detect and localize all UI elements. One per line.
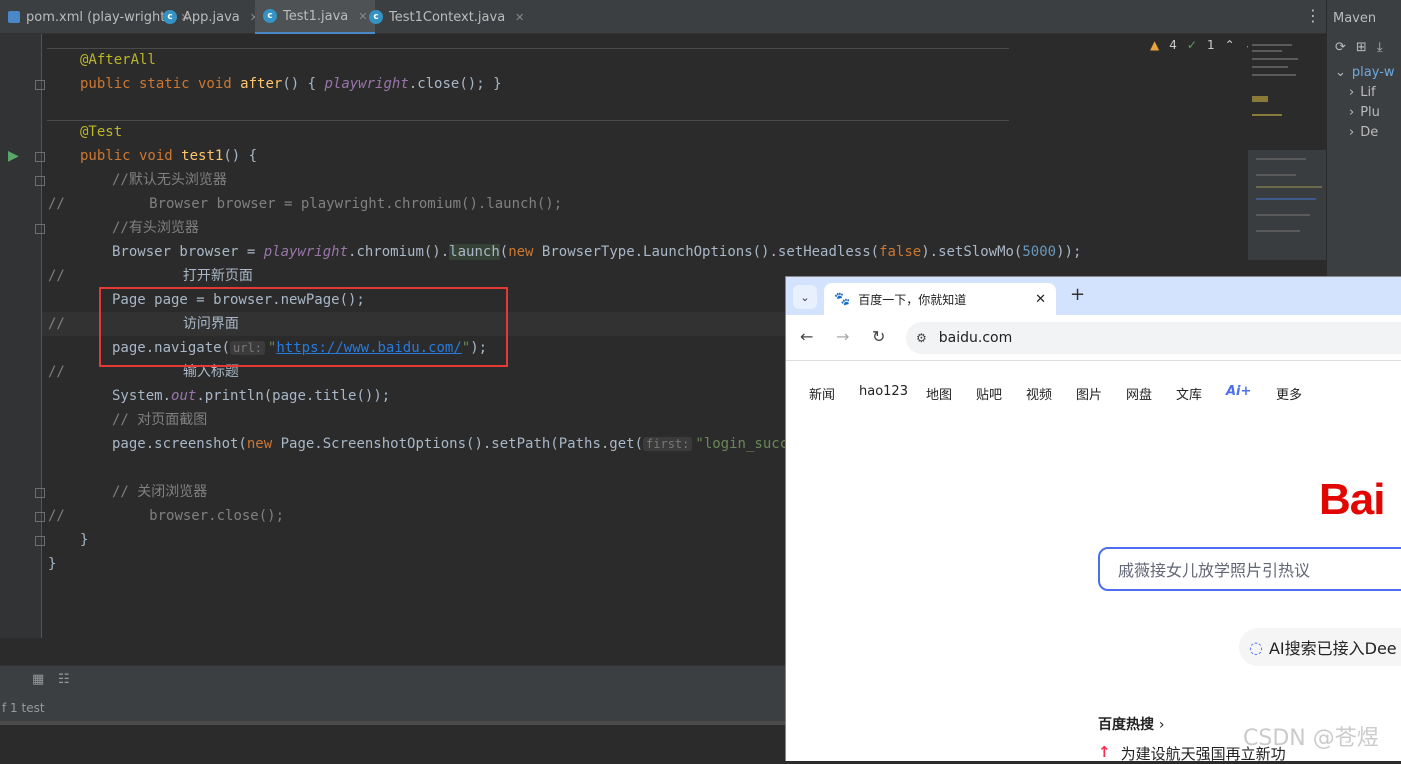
browser-toolbar: ← → ↻ ⚙ baidu.com	[786, 315, 1401, 361]
layout-icon[interactable]: ☷	[58, 672, 70, 687]
tab-test1-java[interactable]: c Test1.java ✕	[255, 0, 376, 34]
method-separator	[47, 48, 1009, 49]
code-line-8: Browser browser = playwright.chromium().…	[112, 244, 1082, 260]
fold-marker-icon[interactable]	[35, 80, 45, 90]
nav-link-tieba[interactable]: 贴吧	[976, 384, 1026, 403]
close-icon[interactable]: ✕	[515, 11, 524, 24]
refresh-icon[interactable]: ⟳	[1335, 40, 1346, 55]
nav-link-video[interactable]: 视频	[1026, 384, 1076, 403]
table-icon[interactable]: ▦	[32, 672, 44, 687]
code-line-19: }	[80, 532, 89, 548]
watermark: CSDN @苍煜	[1243, 726, 1379, 751]
address-bar[interactable]: ⚙ baidu.com	[906, 322, 1401, 354]
editor-tab-bar: pom.xml (play-wright)✕ c App.java✕ c Tes…	[0, 0, 1326, 34]
warning-icon: ▲	[1150, 38, 1160, 52]
close-tab-icon[interactable]: ✕	[1035, 292, 1046, 307]
tab-search-icon[interactable]: ⌄	[793, 285, 817, 309]
maven-item-project[interactable]: ⌄ play-w	[1335, 62, 1395, 82]
nav-link-news[interactable]: 新闻	[809, 384, 859, 403]
chevron-down-icon: ⌄	[1335, 64, 1346, 80]
java-class-icon: c	[163, 10, 177, 24]
java-class-icon: c	[263, 9, 277, 23]
back-icon[interactable]: ←	[800, 327, 813, 346]
browser-tab-bar: ⌄ 🐾 百度一下，你就知道 ✕ +	[786, 277, 1401, 315]
fold-marker-icon[interactable]	[35, 488, 45, 498]
maven-item-plugins[interactable]: › Plu	[1349, 102, 1380, 122]
chevron-up-icon[interactable]: ⌃	[1225, 38, 1235, 52]
method-separator	[47, 120, 1009, 121]
more-options-icon[interactable]: ⋮	[1305, 8, 1321, 24]
code-line-16: page.screenshot(new Page.ScreenshotOptio…	[112, 436, 831, 452]
nav-link-wenku[interactable]: 文库	[1176, 384, 1226, 403]
code-line-15: // 对页面截图	[112, 412, 208, 428]
maven-item-lifecycle[interactable]: › Lif	[1349, 82, 1376, 102]
hot-search-title[interactable]: 百度热搜 ›	[1098, 714, 1164, 734]
code-line-1: @AfterAll	[80, 52, 156, 68]
nav-link-more[interactable]: 更多	[1276, 384, 1316, 403]
chevron-right-icon: ›	[1349, 124, 1355, 140]
fold-marker-icon[interactable]	[35, 176, 45, 186]
test-status-row: f 1 test	[0, 695, 786, 721]
java-class-icon: c	[369, 10, 383, 24]
add-icon[interactable]: ⊞	[1356, 40, 1367, 55]
tab-test1context-java[interactable]: c Test1Context.java ✕	[361, 0, 532, 34]
run-tool-bar: ▦ ☷	[0, 665, 786, 695]
new-tab-icon[interactable]: +	[1070, 284, 1085, 305]
code-line-20: }	[48, 556, 57, 572]
nav-link-pan[interactable]: 网盘	[1126, 384, 1176, 403]
browser-tab-baidu[interactable]: 🐾 百度一下，你就知道 ✕	[824, 283, 1056, 315]
code-line-2: public static void after() { playwright.…	[80, 76, 502, 92]
fold-marker-icon[interactable]	[35, 224, 45, 234]
maven-toolbar: ⟳ ⊞ ⤓	[1335, 40, 1383, 55]
code-line-3: @Test	[80, 124, 123, 140]
line-gutter: ▶	[0, 34, 42, 638]
code-line-9: // 打开新页面	[48, 268, 253, 284]
site-info-icon[interactable]: ⚙	[916, 331, 927, 345]
tab-app-java[interactable]: c App.java✕	[155, 0, 267, 34]
check-icon: ✓	[1186, 38, 1197, 52]
console-area	[0, 721, 786, 761]
fold-marker-icon[interactable]	[35, 512, 45, 522]
baidu-search-input[interactable]: 戚薇接女儿放学照片引热议	[1098, 547, 1401, 591]
baidu-nav: 新闻 hao123 地图 贴吧 视频 图片 网盘 文库 Ai+ 更多	[809, 384, 1316, 403]
maven-title: Maven	[1333, 11, 1377, 26]
maven-item-dependencies[interactable]: › De	[1349, 122, 1378, 142]
code-line-14: System.out.println(page.title());	[112, 388, 391, 404]
baidu-logo: Bai	[1319, 475, 1385, 524]
code-line-6: // Browser browser = playwright.chromium…	[48, 196, 563, 212]
code-line-18: // browser.close();	[48, 508, 285, 524]
download-icon[interactable]: ⤓	[1377, 40, 1383, 55]
fold-marker-icon[interactable]	[35, 536, 45, 546]
fold-marker-icon[interactable]	[35, 152, 45, 162]
reload-icon[interactable]: ↻	[872, 327, 885, 346]
code-line-17: // 关闭浏览器	[112, 484, 208, 500]
code-line-7: //有头浏览器	[112, 220, 199, 236]
chevron-right-icon: ›	[1158, 717, 1165, 733]
code-line-4: public void test1() {	[80, 148, 258, 164]
forward-icon[interactable]: →	[836, 327, 849, 346]
nav-link-image[interactable]: 图片	[1076, 384, 1126, 403]
maven-icon	[8, 11, 20, 23]
baidu-paw-icon: 🐾	[834, 291, 851, 307]
highlight-annotation-box	[99, 287, 508, 367]
ai-search-banner[interactable]: ◌ AI搜索已接入Dee	[1239, 628, 1401, 666]
nav-link-hao123[interactable]: hao123	[859, 384, 926, 403]
inspection-widget[interactable]: ▲4 ✓1 ⌃⌄	[1150, 38, 1255, 52]
code-line-5: //默认无头浏览器	[112, 172, 227, 188]
chevron-right-icon: ›	[1349, 84, 1355, 100]
nav-link-ai[interactable]: Ai+	[1226, 384, 1276, 403]
browser-window: ⌄ 🐾 百度一下，你就知道 ✕ + ← → ↻ ⚙ baidu.com 新闻 h…	[785, 276, 1401, 763]
run-test-icon[interactable]: ▶	[8, 148, 19, 164]
ai-spark-icon: ◌	[1249, 637, 1263, 657]
chevron-right-icon: ›	[1349, 104, 1355, 120]
nav-link-map[interactable]: 地图	[926, 384, 976, 403]
